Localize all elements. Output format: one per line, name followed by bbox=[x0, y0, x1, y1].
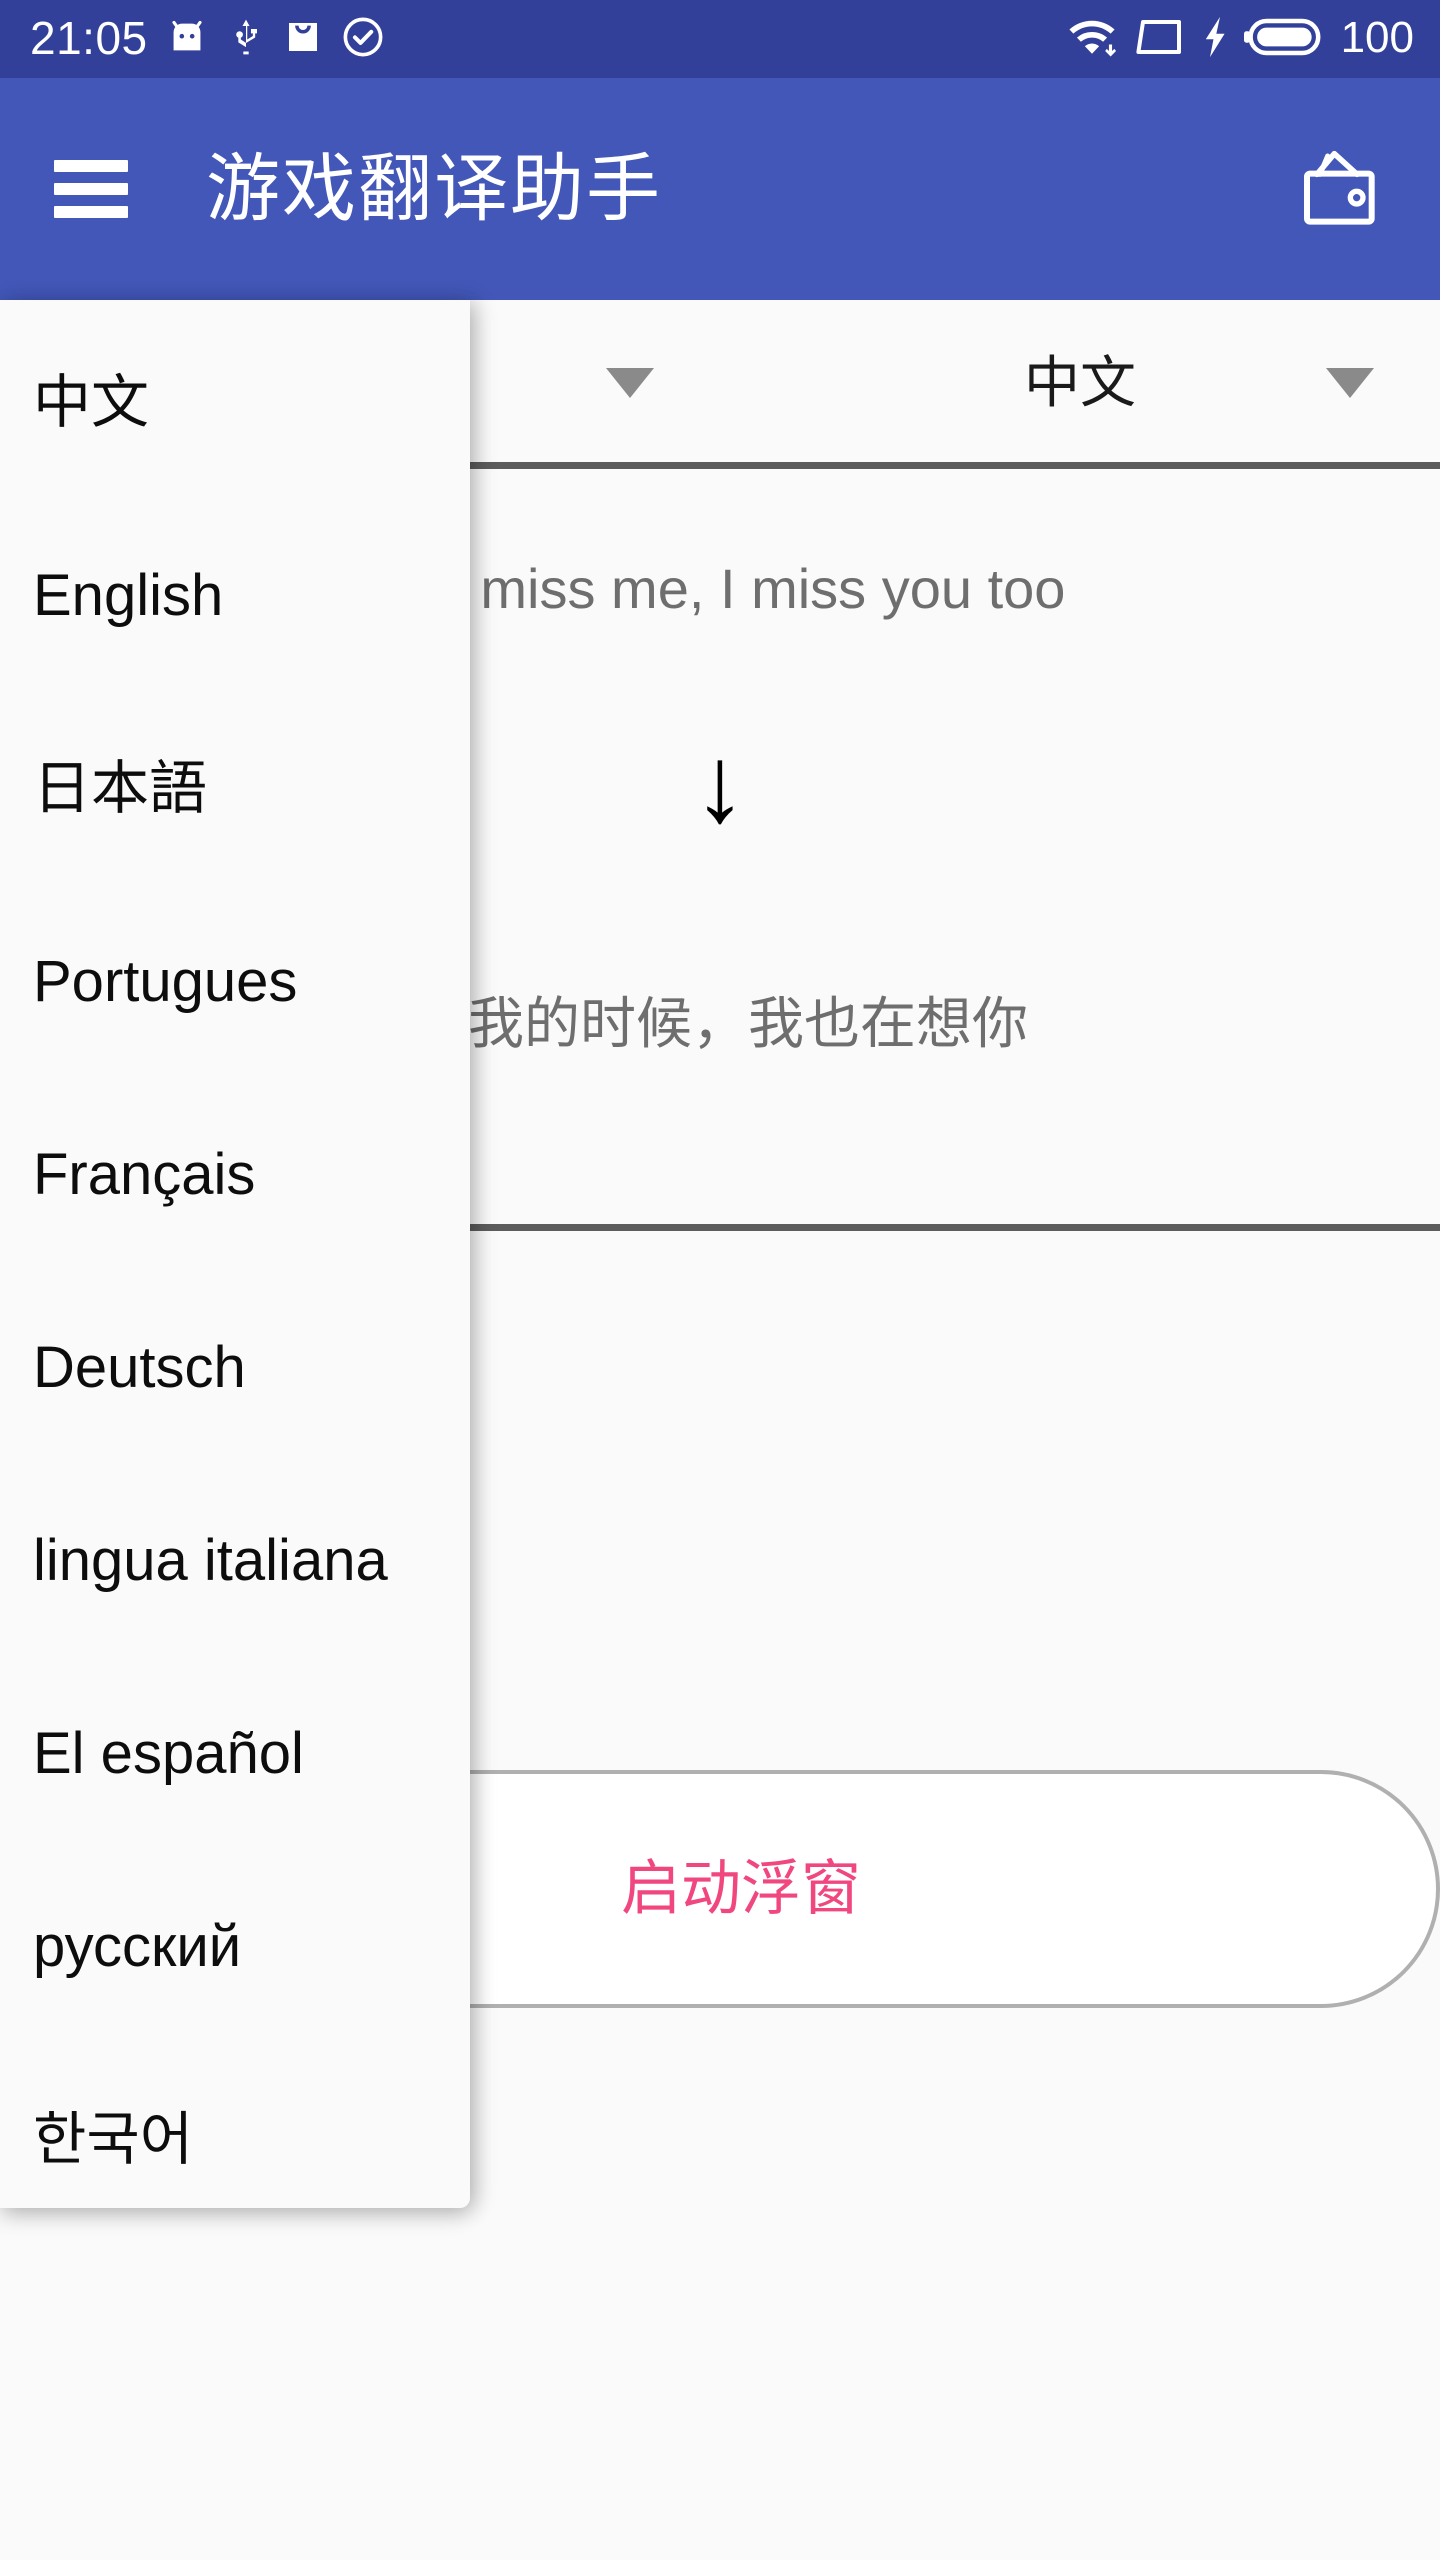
status-clock: 21:05 bbox=[30, 12, 148, 64]
drawer-item-label: 中文 bbox=[33, 369, 150, 435]
battery-icon bbox=[1243, 14, 1326, 65]
drawer-item-ru[interactable]: русский bbox=[0, 1850, 470, 2043]
drawer-item-fr[interactable]: Français bbox=[0, 1078, 470, 1271]
drawer-item-pt[interactable]: Portugues bbox=[0, 885, 470, 1078]
drawer-item-it[interactable]: lingua italiana bbox=[0, 1464, 470, 1657]
android-robot-icon bbox=[164, 14, 210, 65]
drawer-item-label: 日本語 bbox=[33, 755, 208, 821]
hamburger-bar bbox=[54, 183, 128, 195]
navigation-drawer: 中文 English 日本語 Portugues Français Deutsc… bbox=[0, 300, 470, 2208]
drawer-item-en[interactable]: English bbox=[0, 499, 470, 692]
drawer-language-list: 中文 English 日本語 Portugues Français Deutsc… bbox=[0, 300, 470, 2208]
drawer-item-label: русский bbox=[33, 1913, 242, 1979]
drawer-item-label: Français bbox=[33, 1141, 256, 1207]
drawer-item-de[interactable]: Deutsch bbox=[0, 1271, 470, 1464]
charging-bolt-icon bbox=[1201, 14, 1229, 65]
drawer-item-label: 한국어 bbox=[33, 2106, 194, 2172]
hamburger-bar bbox=[54, 160, 128, 172]
drawer-item-label: Portugues bbox=[33, 948, 298, 1014]
status-bar-right: 100 bbox=[1065, 14, 1414, 65]
drawer-item-ja[interactable]: 日本語 bbox=[0, 692, 470, 885]
status-bar: 21:05 100 bbox=[0, 0, 1440, 78]
drawer-item-label: El español bbox=[33, 1720, 304, 1786]
battery-percent-label: 100 bbox=[1340, 13, 1414, 62]
sim-card-icon bbox=[1134, 15, 1186, 64]
wifi-icon bbox=[1065, 14, 1119, 65]
target-language-spinner[interactable]: 中文 bbox=[720, 300, 1440, 465]
drawer-item-label: lingua italiana bbox=[33, 1527, 388, 1593]
wallet-icon[interactable] bbox=[1284, 134, 1394, 244]
usb-icon bbox=[226, 14, 266, 65]
status-bar-left: 21:05 bbox=[30, 14, 386, 65]
drawer-item-ko[interactable]: 한국어 bbox=[0, 2043, 470, 2208]
drawer-item-label: Deutsch bbox=[33, 1334, 246, 1400]
shopping-bag-icon bbox=[282, 14, 324, 65]
chevron-down-icon bbox=[606, 367, 654, 398]
drawer-item-label: English bbox=[33, 562, 224, 628]
hamburger-menu-icon[interactable] bbox=[54, 160, 128, 218]
chevron-down-icon bbox=[1326, 367, 1374, 398]
app-bar: 游戏翻译助手 bbox=[0, 78, 1440, 300]
page-title: 游戏翻译助手 bbox=[206, 147, 662, 230]
hamburger-bar bbox=[54, 206, 128, 218]
drawer-item-es[interactable]: El español bbox=[0, 1657, 470, 1850]
target-language-label: 中文 bbox=[1024, 350, 1136, 414]
check-circle-icon bbox=[340, 14, 386, 65]
drawer-item-zh[interactable]: 中文 bbox=[0, 306, 470, 499]
